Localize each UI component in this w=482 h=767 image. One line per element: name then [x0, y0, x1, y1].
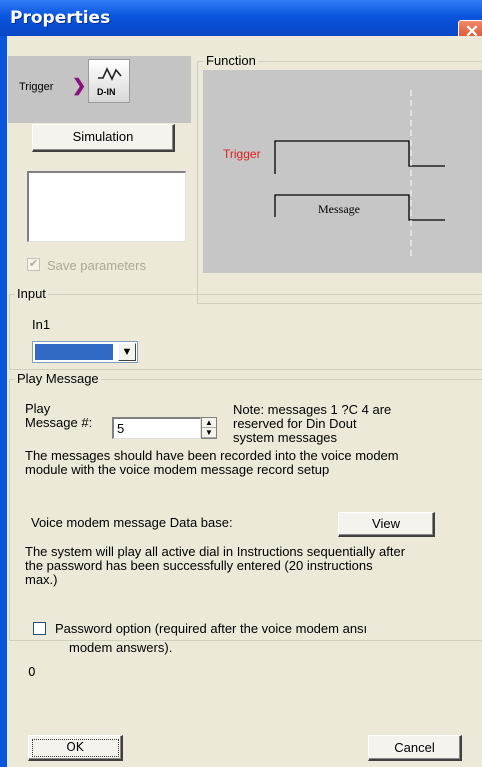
spin-up-icon[interactable]: ▲	[202, 418, 216, 428]
trigger-block-preview: Trigger ❯ D-IN	[8, 56, 191, 123]
input-name-label: In1	[32, 317, 51, 332]
input-select[interactable]: ▼	[32, 341, 138, 363]
message-number-value: 5	[117, 421, 125, 436]
input-group-legend: Input	[15, 286, 48, 301]
dialog-client-area: Trigger ❯ D-IN Simulation ✔ Save paramet…	[7, 36, 482, 767]
din-block-label: D-IN	[97, 87, 116, 97]
function-diagram: Trigger Message	[203, 70, 482, 273]
diagram-trigger-label: Trigger	[223, 147, 261, 161]
view-database-button[interactable]: View	[338, 512, 435, 537]
system-line3: max.)	[25, 572, 58, 587]
message-number-input[interactable]: 5	[112, 417, 201, 439]
play-label-line2: Message #:	[25, 415, 93, 430]
simulation-button[interactable]: Simulation	[32, 124, 175, 152]
note-line1: Note: messages 1 ?C 4 are	[233, 402, 392, 417]
input-select-value	[35, 344, 113, 360]
chevron-down-icon[interactable]: ▼	[118, 343, 136, 361]
window-title: Properties	[10, 8, 111, 28]
din-block: D-IN	[88, 59, 130, 103]
play-message-group-legend: Play Message	[15, 371, 101, 386]
password-option-label-line1: Password option (required after the voic…	[55, 621, 368, 636]
title-bar: Properties ✕	[0, 0, 482, 44]
message-number-stepper[interactable]: ▲ ▼	[201, 417, 217, 439]
properties-window: Properties ✕ Trigger ❯ D-IN Simulation ✔…	[0, 0, 482, 767]
diagram-message-label: Message	[318, 202, 360, 216]
password-option-checkbox[interactable]	[33, 622, 46, 635]
ok-button[interactable]: OK	[28, 735, 123, 761]
recorded-line1: The messages should have been recorded i…	[25, 448, 399, 463]
system-line1: The system will play all active dial in …	[25, 544, 406, 559]
description-textbox[interactable]	[27, 171, 186, 242]
database-label: Voice modem message Data base:	[31, 515, 233, 530]
cancel-button[interactable]: Cancel	[368, 735, 462, 761]
trigger-label: Trigger	[19, 81, 54, 93]
play-label-line1: Play	[25, 401, 51, 416]
save-parameters-label: Save parameters	[47, 258, 146, 273]
save-parameters-checkbox[interactable]: ✔	[27, 258, 40, 271]
note-line3: system messages	[233, 430, 338, 445]
note-line2: reserved for Din Dout	[233, 416, 357, 431]
function-group: Function Trigger Message	[197, 53, 482, 304]
wave-icon	[98, 67, 122, 81]
trigger-arrow-icon: ❯	[72, 76, 87, 95]
spin-down-icon[interactable]: ▼	[202, 428, 216, 438]
system-line2: the password has been successfully enter…	[25, 558, 373, 573]
check-icon: ✔	[28, 258, 39, 270]
recorded-line2: module with the voice modem message reco…	[25, 462, 330, 477]
timing-diagram: Trigger Message	[223, 90, 445, 260]
password-option-label-line2: modem answers).	[69, 640, 173, 655]
function-group-legend: Function	[204, 53, 258, 68]
password-value: 0	[28, 665, 36, 679]
